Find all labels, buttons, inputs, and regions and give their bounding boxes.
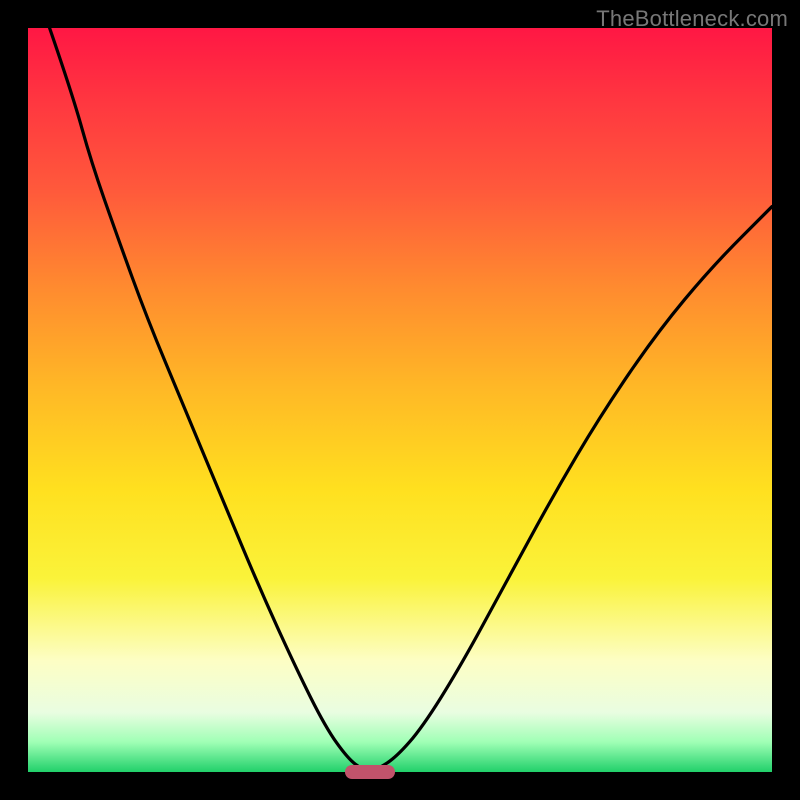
curve-path	[50, 28, 772, 772]
attribution-text: TheBottleneck.com	[596, 6, 788, 32]
bottleneck-curve	[28, 28, 772, 772]
chart-frame: TheBottleneck.com	[0, 0, 800, 800]
plot-area	[28, 28, 772, 772]
minimum-marker	[345, 765, 395, 779]
